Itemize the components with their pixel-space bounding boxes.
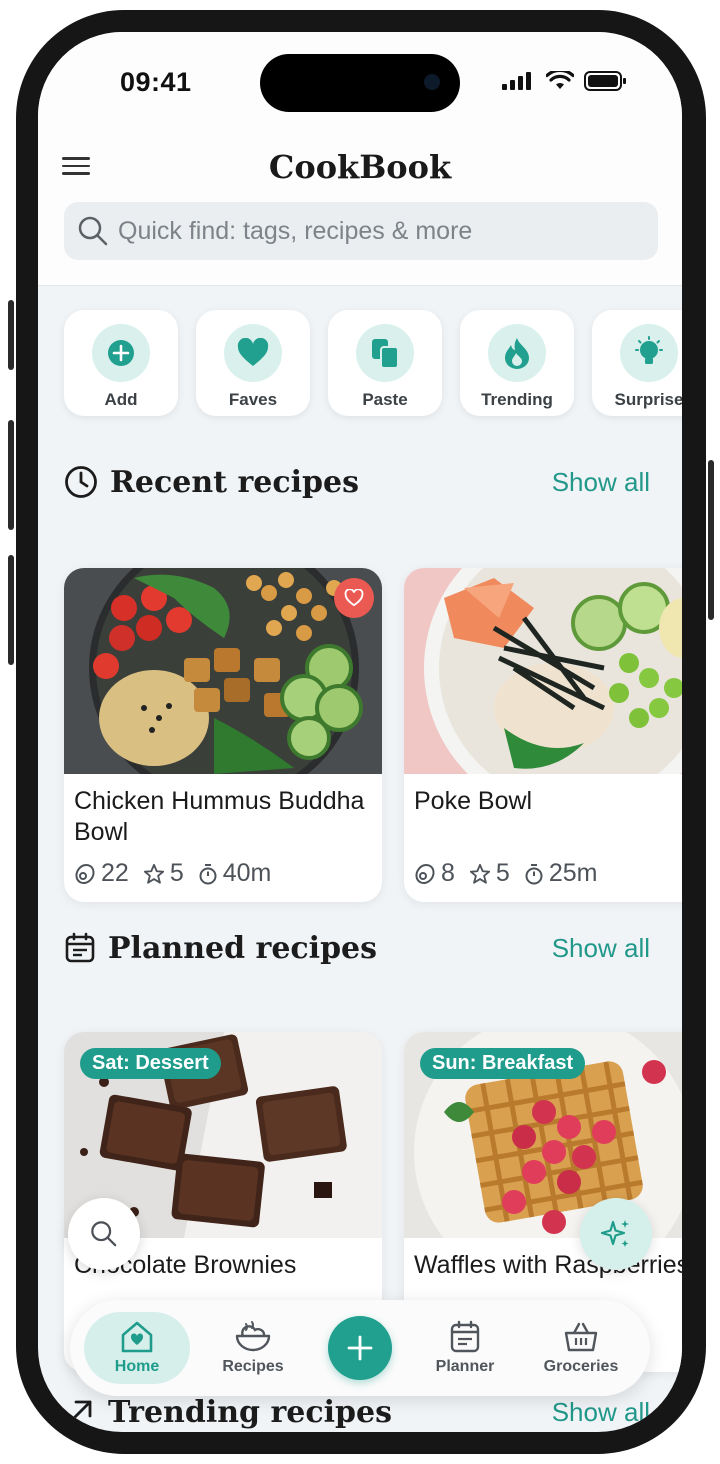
tab-label: Recipes xyxy=(222,1358,284,1375)
cook-time: 25m xyxy=(548,859,598,887)
plan-day-tag: Sun: Breakfast xyxy=(420,1048,586,1079)
search-icon xyxy=(91,1221,117,1247)
calendar-icon xyxy=(65,932,95,963)
tab-label: Groceries xyxy=(543,1358,619,1375)
recipe-card[interactable]: Poke Bowl 8 5 25m xyxy=(404,568,682,902)
quick-action-label: Trending xyxy=(481,390,553,409)
timer-icon xyxy=(525,863,543,884)
clock-icon xyxy=(65,466,97,498)
recipe-meta: 8 5 25m xyxy=(414,859,597,888)
star-icon xyxy=(469,863,490,884)
recent-recipes-header: Recent recipes Show all xyxy=(64,462,654,502)
status-bar: 09:41 xyxy=(38,32,682,132)
wifi-icon xyxy=(546,71,574,89)
timer-icon xyxy=(199,863,217,884)
tab-recipes[interactable]: Recipes xyxy=(200,1312,306,1384)
add-recipe-button[interactable] xyxy=(328,1316,392,1380)
recent-show-all-link[interactable]: Show all xyxy=(552,467,650,498)
recipe-name: Chicken Hummus Buddha Bowl xyxy=(74,787,365,846)
signal-icon xyxy=(502,72,531,90)
heart-icon xyxy=(224,324,282,382)
bowl-icon xyxy=(235,1321,271,1352)
quick-actions: Add Faves Paste Trending Surprise xyxy=(64,310,682,416)
volume-up-button xyxy=(8,420,14,530)
cook-time: 40m xyxy=(222,859,272,887)
search-bar[interactable] xyxy=(64,202,658,260)
tab-home[interactable]: Home xyxy=(84,1312,190,1384)
dynamic-island xyxy=(260,54,460,112)
home-icon xyxy=(121,1321,153,1353)
section-title: Planned recipes xyxy=(108,930,378,966)
paste-icon xyxy=(356,324,414,382)
floating-search-button[interactable] xyxy=(68,1198,140,1270)
planned-show-all-link[interactable]: Show all xyxy=(552,933,650,964)
lightbulb-icon xyxy=(620,324,678,382)
recipe-card[interactable]: Chicken Hummus Buddha Bowl 22 5 40m xyxy=(64,568,382,902)
ingredient-count: 22 xyxy=(101,859,129,887)
power-button xyxy=(708,460,714,620)
planned-recipes-header: Planned recipes Show all xyxy=(64,928,654,968)
section-title: Trending recipes xyxy=(108,1394,392,1430)
main-content: Add Faves Paste Trending Surprise Recent… xyxy=(38,286,682,1432)
quick-action-trending[interactable]: Trending xyxy=(460,310,574,416)
tab-planner[interactable]: Planner xyxy=(412,1312,518,1384)
status-time: 09:41 xyxy=(120,67,192,97)
favorite-heart-icon[interactable] xyxy=(334,578,374,618)
calendar-icon xyxy=(450,1320,480,1353)
basket-icon xyxy=(564,1322,598,1352)
recipe-meta: 22 5 40m xyxy=(74,859,271,888)
flame-icon xyxy=(488,324,546,382)
app-header: CookBook xyxy=(38,132,682,286)
ingredients-icon xyxy=(75,863,95,884)
quick-action-paste[interactable]: Paste xyxy=(328,310,442,416)
ingredients-icon xyxy=(415,863,435,884)
trending-recipes-header: Trending recipes Show all xyxy=(64,1392,654,1432)
sparkle-icon xyxy=(600,1220,629,1247)
volume-down-button xyxy=(8,555,14,665)
trending-show-all-link[interactable]: Show all xyxy=(552,1397,650,1428)
action-button xyxy=(8,300,14,370)
tab-groceries[interactable]: Groceries xyxy=(528,1312,634,1384)
bottom-tab-bar: Home Recipes Planner Groceries xyxy=(70,1300,650,1396)
quick-action-faves[interactable]: Faves xyxy=(196,310,310,416)
recent-recipes-list: Chicken Hummus Buddha Bowl 22 5 40m Poke… xyxy=(64,568,682,902)
section-title: Recent recipes xyxy=(110,464,359,500)
plan-day-tag: Sat: Dessert xyxy=(80,1048,221,1079)
quick-action-surprise[interactable]: Surprise xyxy=(592,310,682,416)
rating: 5 xyxy=(169,859,184,887)
quick-action-add[interactable]: Add xyxy=(64,310,178,416)
app-title: CookBook xyxy=(268,148,452,186)
quick-action-label: Surprise xyxy=(614,390,683,409)
battery-icon xyxy=(584,71,626,91)
recipe-image-buddha-bowl xyxy=(64,568,382,774)
trending-arrow-icon xyxy=(66,1400,92,1426)
status-icons xyxy=(502,70,628,92)
plus-icon xyxy=(347,1335,373,1361)
quick-action-label: Faves xyxy=(228,390,278,409)
recipe-name: Poke Bowl xyxy=(414,787,533,815)
tab-label: Planner xyxy=(435,1358,495,1375)
recipe-image-poke-bowl xyxy=(404,568,682,774)
quick-action-label: Add xyxy=(104,390,138,409)
search-icon xyxy=(78,216,108,246)
star-icon xyxy=(143,863,164,884)
screen: 09:41 CookBook Quick find: tags, recipes… xyxy=(38,32,682,1432)
ai-sparkle-button[interactable] xyxy=(580,1198,652,1270)
search-input[interactable] xyxy=(118,216,638,246)
ingredient-count: 8 xyxy=(441,859,455,887)
tab-label: Home xyxy=(114,1358,160,1375)
rating: 5 xyxy=(495,859,510,887)
plus-icon xyxy=(92,324,150,382)
quick-action-label: Paste xyxy=(362,390,408,409)
